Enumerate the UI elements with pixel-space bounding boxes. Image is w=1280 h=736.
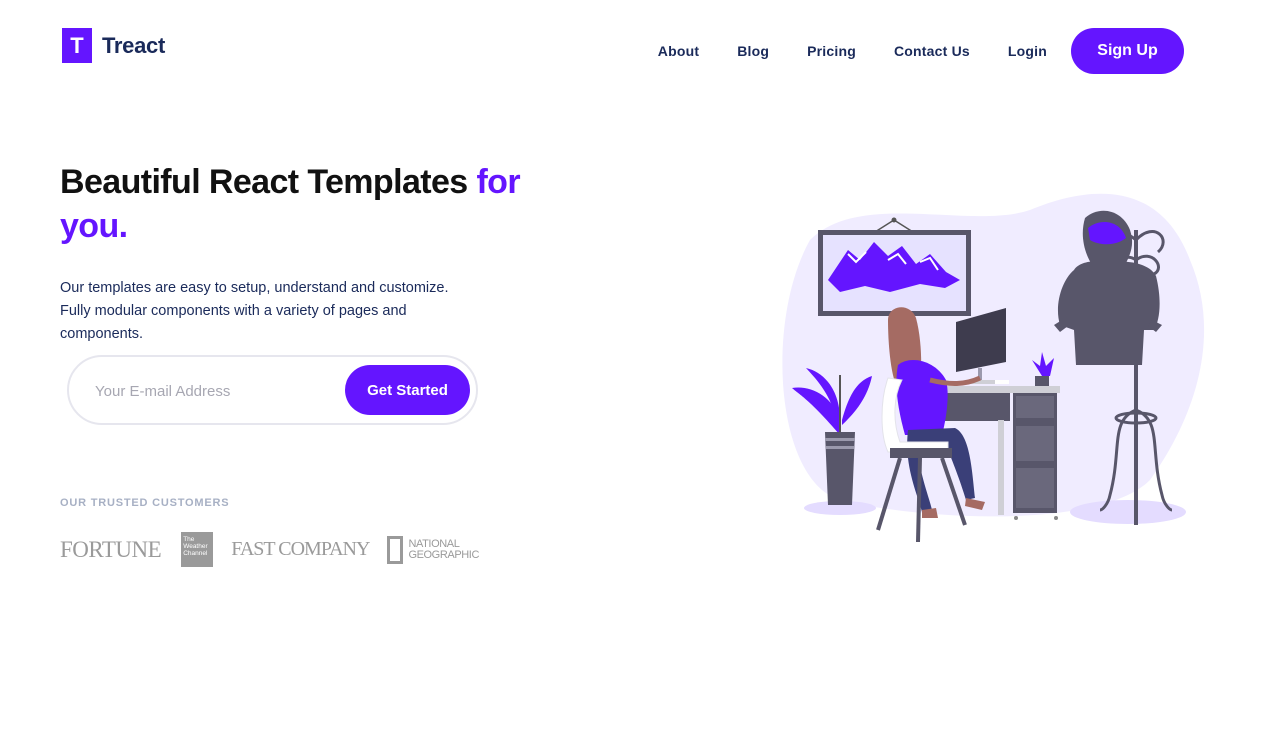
national-geographic-logo: NATIONAL GEOGRAPHIC [387,535,480,564]
brand-logo[interactable]: T Treact [62,28,165,63]
hero-title-main: Beautiful React Templates [60,163,477,201]
nav-link-contact-us[interactable]: Contact Us [894,43,970,59]
hero-title: Beautiful React Templates for you. [60,160,521,248]
natgeo-text: NATIONAL GEOGRAPHIC [408,537,480,561]
woman-at-desk-illustration [782,193,1205,543]
natgeo-frame-icon [387,535,404,564]
nav-link-about[interactable]: About [658,43,699,59]
brand-mark-icon: T [62,28,92,63]
nav-link-blog[interactable]: Blog [737,43,769,59]
trusted-customers-label: OUR TRUSTED CUSTOMERS [60,497,230,509]
brand-name: Treact [102,32,166,58]
sign-up-button[interactable]: Sign Up [1071,28,1184,74]
hero-description: Our templates are easy to setup, underst… [60,280,449,342]
main-nav: About Blog Pricing Contact Us Login Sign… [620,28,1184,74]
get-started-button[interactable]: Get Started [345,365,470,415]
weather-channel-logo: The Weather Channel [181,532,214,567]
nav-link-pricing[interactable]: Pricing [807,43,856,59]
customer-logos: FORTUNE The Weather Channel FAST COMPANY… [60,532,480,567]
fortune-logo: FORTUNE [60,536,162,562]
fast-company-logo: FAST COMPANY [231,538,370,560]
wall-picture [818,217,971,316]
nav-link-login[interactable]: Login [1008,43,1047,59]
email-input[interactable] [95,379,335,403]
floor-shadow-rack [1070,500,1186,524]
email-signup-form: Get Started [67,355,478,425]
